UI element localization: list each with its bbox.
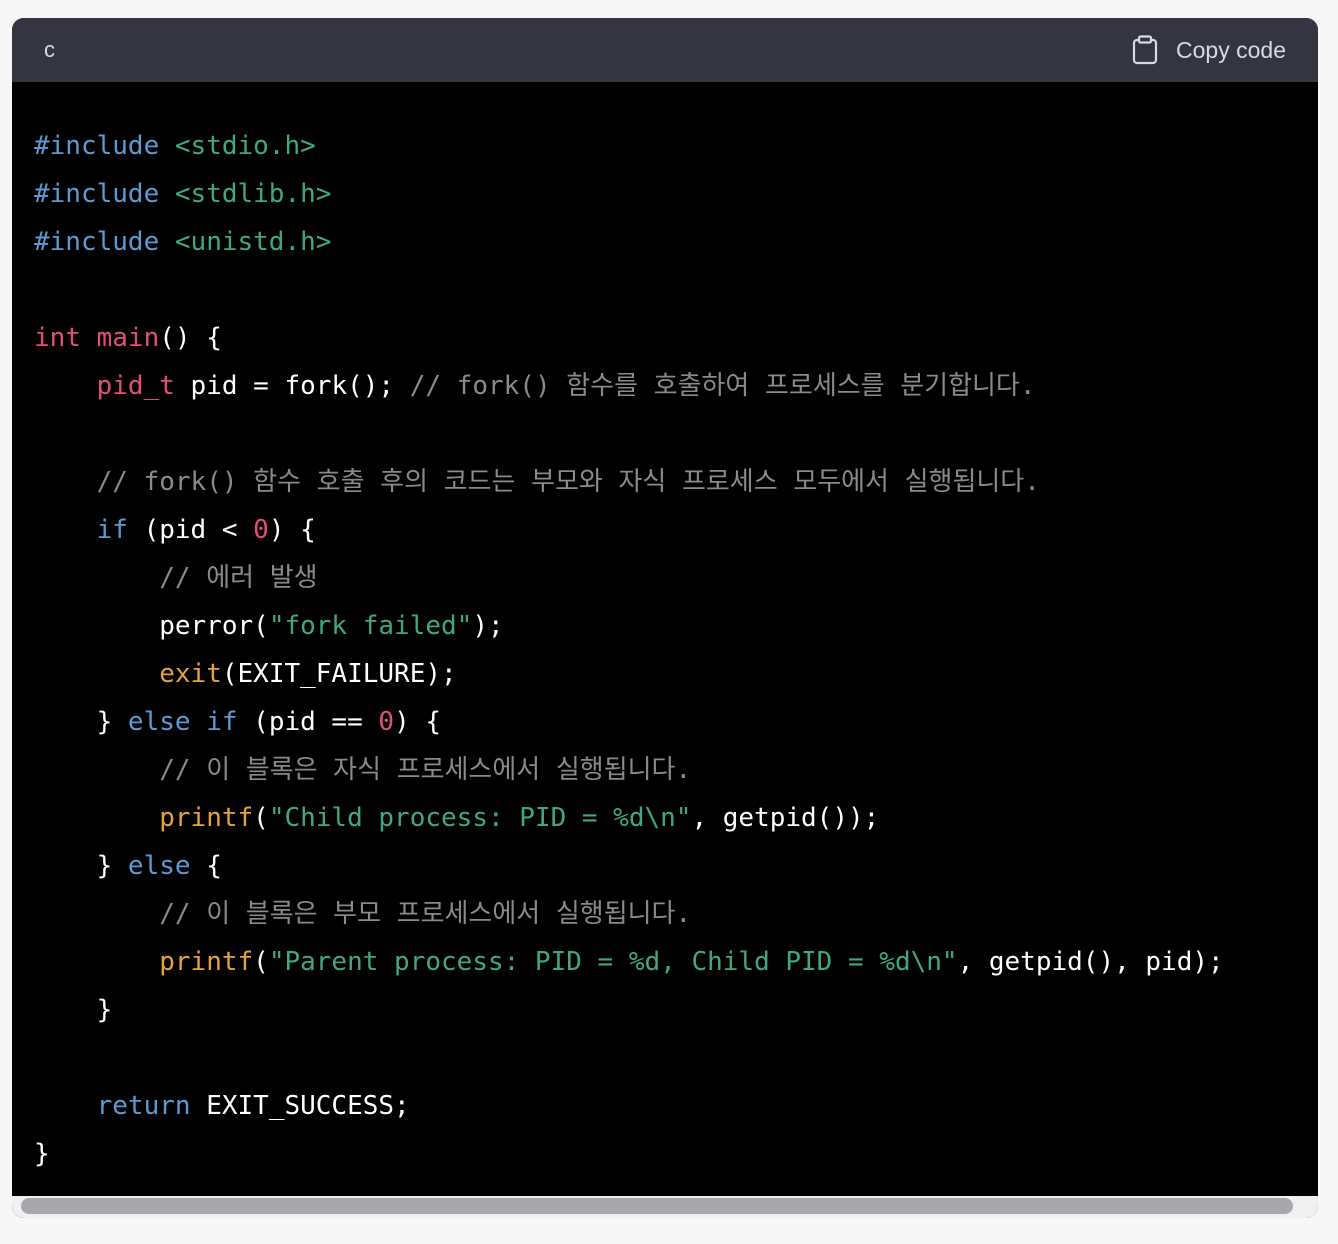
code-token: exit <box>159 659 222 689</box>
code-token: <stdlib.h> <box>174 179 332 209</box>
code-token: if <box>206 707 238 737</box>
code-token: <unistd.h> <box>174 227 332 257</box>
code-token: int <box>34 323 81 353</box>
code-block: c Copy code #include <stdio.h> #include <… <box>12 18 1318 1218</box>
copy-code-label: Copy code <box>1176 36 1286 63</box>
code-token: } <box>34 851 128 881</box>
code-line: if (pid < 0) { <box>34 506 1318 554</box>
code-content: #include <stdio.h> #include <stdlib.h> #in… <box>34 122 1318 1178</box>
code-token: pid_t <box>96 371 175 401</box>
clipboard-icon <box>1132 35 1158 65</box>
copy-code-button[interactable]: Copy code <box>1132 35 1286 65</box>
code-token: printf <box>159 803 254 833</box>
code-token: (EXIT_FAILURE); <box>221 659 457 689</box>
code-token: else <box>127 851 191 881</box>
code-token: 0 <box>378 707 395 737</box>
code-line: return EXIT_SUCCESS; <box>34 1082 1318 1130</box>
code-line: } <box>34 986 1318 1034</box>
code-token: } <box>34 995 113 1025</box>
code-token: main <box>96 323 160 353</box>
code-token: // 이 블록은 부모 프로세스에서 실행됩니다. <box>159 899 692 929</box>
code-body: #include <stdio.h> #include <stdlib.h> #in… <box>12 82 1318 1196</box>
code-token: // fork() 함수를 호출하여 프로세스를 분기합니다. <box>409 371 1036 401</box>
code-token: ); <box>472 611 504 641</box>
code-token: if <box>96 515 128 545</box>
code-line: // 이 블록은 부모 프로세스에서 실행됩니다. <box>34 890 1318 938</box>
code-line: } else { <box>34 842 1318 890</box>
code-token: (pid == <box>237 707 379 737</box>
code-line: // fork() 함수 호출 후의 코드는 부모와 자식 프로세스 모두에서 … <box>34 458 1318 506</box>
code-token: return <box>96 1091 191 1121</box>
code-token: perror( <box>34 611 269 641</box>
code-token: pid = fork(); <box>174 371 410 401</box>
code-line: exit(EXIT_FAILURE); <box>34 650 1318 698</box>
code-token: else <box>127 707 191 737</box>
code-token: "Parent process: PID = %d, Child PID = %… <box>268 947 958 977</box>
code-line: printf("Parent process: PID = %d, Child … <box>34 938 1318 986</box>
code-token: "fork failed" <box>268 611 473 641</box>
code-token: } <box>34 1139 50 1169</box>
code-line: // 이 블록은 자식 프로세스에서 실행됩니다. <box>34 746 1318 794</box>
scrollbar-thumb[interactable] <box>21 1198 1293 1214</box>
code-token: ( <box>253 947 269 977</box>
code-token: () { <box>159 323 222 353</box>
code-token: { <box>190 851 222 881</box>
code-token: ( <box>253 803 269 833</box>
code-line: // 에러 발생 <box>34 554 1318 602</box>
code-token: ) { <box>268 515 316 545</box>
code-token: #include <box>34 227 160 257</box>
code-token: 0 <box>253 515 269 545</box>
code-token: <stdio.h> <box>174 131 316 161</box>
code-line: printf("Child process: PID = %d\n", getp… <box>34 794 1318 842</box>
code-line: #include <stdio.h> <box>34 122 1318 170</box>
code-line: int main() { <box>34 314 1318 362</box>
code-line: perror("fork failed"); <box>34 602 1318 650</box>
code-token: ) { <box>394 707 442 737</box>
code-token: printf <box>159 947 254 977</box>
code-block-header: c Copy code <box>12 18 1318 82</box>
code-token: "Child process: PID = %d\n" <box>268 803 692 833</box>
code-token: // fork() 함수 호출 후의 코드는 부모와 자식 프로세스 모두에서 … <box>96 467 1040 497</box>
code-token: (pid < <box>127 515 254 545</box>
code-line: #include <stdlib.h> <box>34 170 1318 218</box>
code-line: } <box>34 1130 1318 1178</box>
code-line: #include <unistd.h> <box>34 218 1318 266</box>
code-token: // 에러 발생 <box>159 563 318 593</box>
code-token: } <box>34 707 128 737</box>
code-token: #include <box>34 131 160 161</box>
code-token: EXIT_SUCCESS; <box>190 1091 410 1121</box>
code-line: } else if (pid == 0) { <box>34 698 1318 746</box>
code-token: // 이 블록은 자식 프로세스에서 실행됩니다. <box>159 755 692 785</box>
horizontal-scrollbar[interactable] <box>12 1196 1318 1218</box>
code-line: pid_t pid = fork(); // fork() 함수를 호출하여 프… <box>34 362 1318 410</box>
code-token: #include <box>34 179 160 209</box>
code-token: , getpid(), pid); <box>957 947 1224 977</box>
language-label: c <box>44 37 55 62</box>
code-token: , getpid()); <box>691 803 880 833</box>
